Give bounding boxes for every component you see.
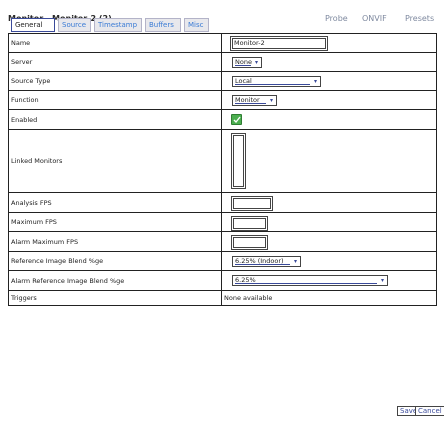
function-row: Function Monitor ▾ xyxy=(8,91,437,110)
source-type-select[interactable]: Local ▾ xyxy=(232,76,321,87)
reference-blend-select[interactable]: 6.25% (Indoor) ▾ xyxy=(232,256,301,267)
name-row: Name Monitor-2 xyxy=(8,34,437,53)
enabled-label: Enabled xyxy=(9,110,222,129)
server-row: Server None ▾ xyxy=(8,53,437,72)
linked-monitors-list[interactable] xyxy=(231,133,246,189)
alarm-maximum-fps-row: Alarm Maximum FPS xyxy=(8,232,437,252)
alarm-reference-blend-row: Alarm Reference Image Blend %ge 6.25% ▾ xyxy=(8,271,437,291)
chevron-down-icon: ▾ xyxy=(293,258,297,265)
chevron-down-icon: ▾ xyxy=(380,277,384,284)
maximum-fps-row: Maximum FPS xyxy=(8,213,437,232)
analysis-fps-label: Analysis FPS xyxy=(9,193,222,212)
alarm-reference-blend-select[interactable]: 6.25% ▾ xyxy=(232,275,388,286)
linked-monitors-label: Linked Monitors xyxy=(9,130,222,192)
tab-source[interactable]: Source xyxy=(58,18,91,32)
alarm-maximum-fps-label: Alarm Maximum FPS xyxy=(9,232,222,251)
alarm-maximum-fps-input[interactable] xyxy=(231,235,268,250)
enabled-row: Enabled xyxy=(8,110,437,130)
check-icon xyxy=(233,116,241,124)
function-label: Function xyxy=(9,91,222,109)
server-select[interactable]: None ▾ xyxy=(232,57,262,68)
enabled-checkbox[interactable] xyxy=(231,114,242,125)
tab-general[interactable]: General xyxy=(11,18,55,32)
name-label: Name xyxy=(9,34,222,52)
analysis-fps-input[interactable] xyxy=(231,196,273,211)
presets-link[interactable]: Presets xyxy=(405,14,434,23)
linked-monitors-row: Linked Monitors xyxy=(8,130,437,193)
alarm-reference-blend-label: Alarm Reference Image Blend %ge xyxy=(9,271,222,290)
function-select[interactable]: Monitor ▾ xyxy=(232,95,277,106)
maximum-fps-input[interactable] xyxy=(231,216,268,231)
onvif-link[interactable]: ONVIF xyxy=(362,14,387,23)
chevron-down-icon: ▾ xyxy=(313,78,317,85)
source-type-row: Source Type Local ▾ xyxy=(8,72,437,91)
triggers-row: Triggers None available xyxy=(8,291,437,306)
reference-blend-row: Reference Image Blend %ge 6.25% (Indoor)… xyxy=(8,252,437,271)
tab-timestamp[interactable]: Timestamp xyxy=(94,18,142,32)
tab-buffers[interactable]: Buffers xyxy=(145,18,181,32)
chevron-down-icon: ▾ xyxy=(254,59,258,66)
source-type-label: Source Type xyxy=(9,72,222,90)
general-settings-form: Name Monitor-2 Server None ▾ Source Type… xyxy=(8,33,437,306)
server-label: Server xyxy=(9,53,222,71)
probe-link[interactable]: Probe xyxy=(325,14,348,23)
triggers-value: None available xyxy=(224,294,273,302)
analysis-fps-row: Analysis FPS xyxy=(8,193,437,213)
cancel-button[interactable]: Cancel xyxy=(415,406,444,416)
maximum-fps-label: Maximum FPS xyxy=(9,213,222,231)
triggers-label: Triggers xyxy=(9,291,222,305)
tab-misc[interactable]: Misc xyxy=(184,18,209,32)
reference-blend-label: Reference Image Blend %ge xyxy=(9,252,222,270)
name-input[interactable]: Monitor-2 xyxy=(230,36,328,51)
chevron-down-icon: ▾ xyxy=(269,97,273,104)
